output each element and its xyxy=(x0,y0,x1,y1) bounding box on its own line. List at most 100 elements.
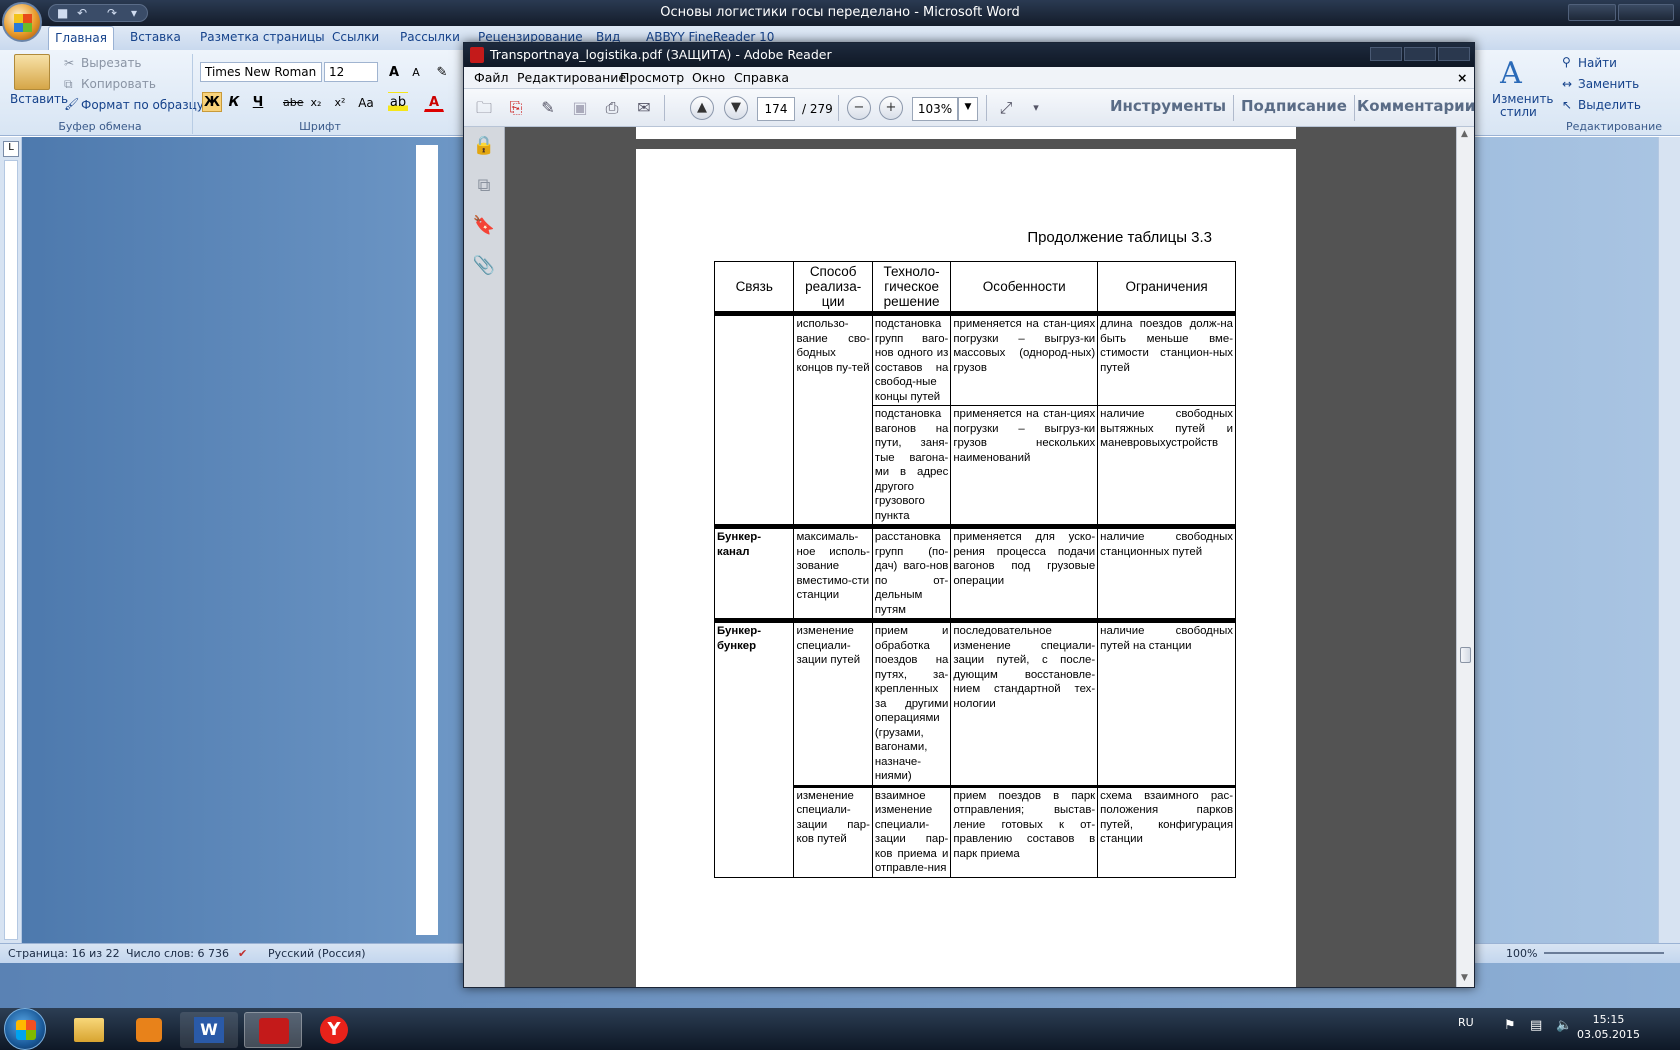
italic-button[interactable]: К xyxy=(224,92,244,112)
spelling-check-icon[interactable]: ✔ xyxy=(238,947,247,960)
word-vertical-scrollbar[interactable] xyxy=(1658,137,1680,943)
adobe-reader-taskbar-icon[interactable] xyxy=(244,1012,302,1048)
underline-button[interactable]: Ч xyxy=(248,92,268,112)
zoom-input[interactable]: 103% xyxy=(912,97,958,121)
subscript-button[interactable]: x₂ xyxy=(306,92,326,112)
save-icon[interactable]: ■ xyxy=(57,6,68,20)
scroll-down-icon[interactable]: ▼ xyxy=(1461,973,1468,983)
tray-clock[interactable]: 15:15 03.05.2015 xyxy=(1577,1012,1640,1042)
explorer-taskbar-icon[interactable] xyxy=(60,1012,118,1048)
word-taskbar-icon[interactable]: W xyxy=(180,1012,238,1048)
customize-qat-icon[interactable]: ▾ xyxy=(131,6,137,20)
reader-maximize-button[interactable] xyxy=(1404,47,1436,61)
menu-edit[interactable]: Редактирование xyxy=(517,70,626,85)
close-document-icon[interactable]: × xyxy=(1457,70,1467,85)
replace-button[interactable]: Заменить xyxy=(1578,77,1639,91)
paste-icon[interactable] xyxy=(14,54,50,90)
word-minimize-button[interactable] xyxy=(1568,4,1616,21)
change-styles-label-2[interactable]: стили xyxy=(1500,105,1537,119)
change-case-button[interactable]: Aa xyxy=(356,92,376,112)
font-size-select[interactable]: 12 xyxy=(324,62,378,82)
superscript-button[interactable]: x² xyxy=(330,92,350,112)
change-styles-label-1[interactable]: Изменить xyxy=(1492,92,1554,106)
edit-icon[interactable]: ✎ xyxy=(536,97,560,119)
sign-link[interactable]: Подписание xyxy=(1241,97,1347,115)
start-button[interactable] xyxy=(4,1008,46,1050)
language-status[interactable]: Русский (Россия) xyxy=(268,947,366,960)
yandex-browser-taskbar-icon[interactable]: Y xyxy=(306,1012,364,1048)
link-cell xyxy=(713,311,795,527)
reader-close-button[interactable] xyxy=(1438,47,1470,61)
zoom-level[interactable]: 100% xyxy=(1506,947,1537,960)
save-icon[interactable]: ▣ xyxy=(568,97,592,119)
page-number-input[interactable]: 174 xyxy=(757,97,795,121)
menu-file[interactable]: Файл xyxy=(474,70,509,85)
zoom-out-icon[interactable]: − xyxy=(847,96,871,120)
styles-icon[interactable]: A xyxy=(1492,56,1530,91)
reader-vertical-scrollbar[interactable]: ▲ ▼ xyxy=(1456,127,1474,987)
font-group-label: Шрифт xyxy=(299,120,341,133)
shrink-font-button[interactable]: A xyxy=(406,62,426,82)
cut-button[interactable]: Вырезать xyxy=(81,56,142,70)
select-button[interactable]: Выделить xyxy=(1578,98,1641,112)
more-tools-icon[interactable]: ▾ xyxy=(1024,97,1048,119)
pdf-document-view[interactable]: Продолжение таблицы 3.3 Связь Способ реа… xyxy=(505,127,1456,987)
menu-help[interactable]: Справка xyxy=(734,70,789,85)
word-document-page[interactable] xyxy=(416,145,438,935)
scroll-thumb[interactable] xyxy=(1460,647,1471,663)
tab-insert[interactable]: Вставка xyxy=(130,30,181,44)
page-thumbnails-icon[interactable]: ⧉ xyxy=(472,175,496,199)
page-count-status[interactable]: Страница: 16 из 22 xyxy=(8,947,120,960)
tab-home[interactable]: Главная xyxy=(48,26,114,50)
comments-link[interactable]: Комментарии xyxy=(1357,97,1475,115)
next-page-icon[interactable]: ▼ xyxy=(724,96,748,120)
email-icon[interactable]: ✉ xyxy=(632,97,656,119)
word-close-button[interactable] xyxy=(1618,4,1674,21)
bookmarks-icon[interactable]: 🔖 xyxy=(472,215,496,239)
scroll-up-icon[interactable]: ▲ xyxy=(1461,129,1468,139)
zoom-dropdown-icon[interactable]: ▼ xyxy=(958,97,978,121)
action-center-flag-icon[interactable]: ⚑ xyxy=(1504,1018,1516,1033)
pdf-page[interactable]: Продолжение таблицы 3.3 Связь Способ реа… xyxy=(636,149,1296,987)
word-count-status[interactable]: Число слов: 6 736 xyxy=(126,947,229,960)
font-color-button[interactable]: A xyxy=(424,92,444,112)
undo-icon[interactable]: ↶ xyxy=(77,6,87,20)
tab-selector-icon[interactable]: L xyxy=(3,141,19,157)
reader-toolbar: 🗀 ⎘ ✎ ▣ ⎙ ✉ ▲ ▼ 174 / 279 − + 103% ▼ ⤢ ▾… xyxy=(464,89,1475,127)
tab-mailings[interactable]: Рассылки xyxy=(400,30,460,44)
tools-link[interactable]: Инструменты xyxy=(1110,97,1226,115)
attachments-icon[interactable]: 📎 xyxy=(472,255,496,279)
tab-references[interactable]: Ссылки xyxy=(332,30,379,44)
lock-icon[interactable]: 🔒 xyxy=(472,135,496,159)
grow-font-button[interactable]: A xyxy=(384,62,404,82)
previous-page-icon[interactable]: ▲ xyxy=(690,96,714,120)
find-button[interactable]: Найти xyxy=(1578,56,1617,70)
network-icon[interactable]: ▤ xyxy=(1530,1018,1542,1033)
reader-minimize-button[interactable] xyxy=(1370,47,1402,61)
print-icon[interactable]: ⎙ xyxy=(600,97,624,119)
format-painter-icon: 🖌 xyxy=(64,97,80,111)
clear-format-icon[interactable]: ✎ xyxy=(432,62,452,82)
keyboard-language[interactable]: RU xyxy=(1458,1016,1474,1029)
menu-view[interactable]: Просмотр xyxy=(620,70,684,85)
highlight-icon[interactable]: ab xyxy=(388,92,408,112)
tab-page-layout[interactable]: Разметка страницы xyxy=(200,30,325,44)
fit-page-icon[interactable]: ⤢ xyxy=(994,97,1018,119)
open-file-icon[interactable]: 🗀 xyxy=(472,97,496,119)
font-name-select[interactable]: Times New Roman xyxy=(200,62,322,82)
paste-button[interactable]: Вставить xyxy=(10,92,68,106)
copy-button[interactable]: Копировать xyxy=(81,77,156,91)
create-pdf-icon[interactable]: ⎘ xyxy=(504,97,528,119)
volume-icon[interactable]: 🔈 xyxy=(1556,1018,1572,1033)
zoom-slider[interactable] xyxy=(1544,952,1664,954)
menu-window[interactable]: Окно xyxy=(692,70,725,85)
office-button[interactable] xyxy=(2,2,42,42)
media-player-taskbar-icon[interactable] xyxy=(120,1012,178,1048)
editing-group-label: Редактирование xyxy=(1566,120,1662,133)
format-painter-button[interactable]: Формат по образцу xyxy=(81,98,204,112)
quick-access-toolbar[interactable]: ■ ↶ ↷ ▾ xyxy=(48,4,148,22)
bold-button[interactable]: Ж xyxy=(202,92,222,112)
redo-icon[interactable]: ↷ xyxy=(107,6,117,20)
strikethrough-button[interactable]: abe xyxy=(282,92,304,112)
zoom-in-icon[interactable]: + xyxy=(879,96,903,120)
